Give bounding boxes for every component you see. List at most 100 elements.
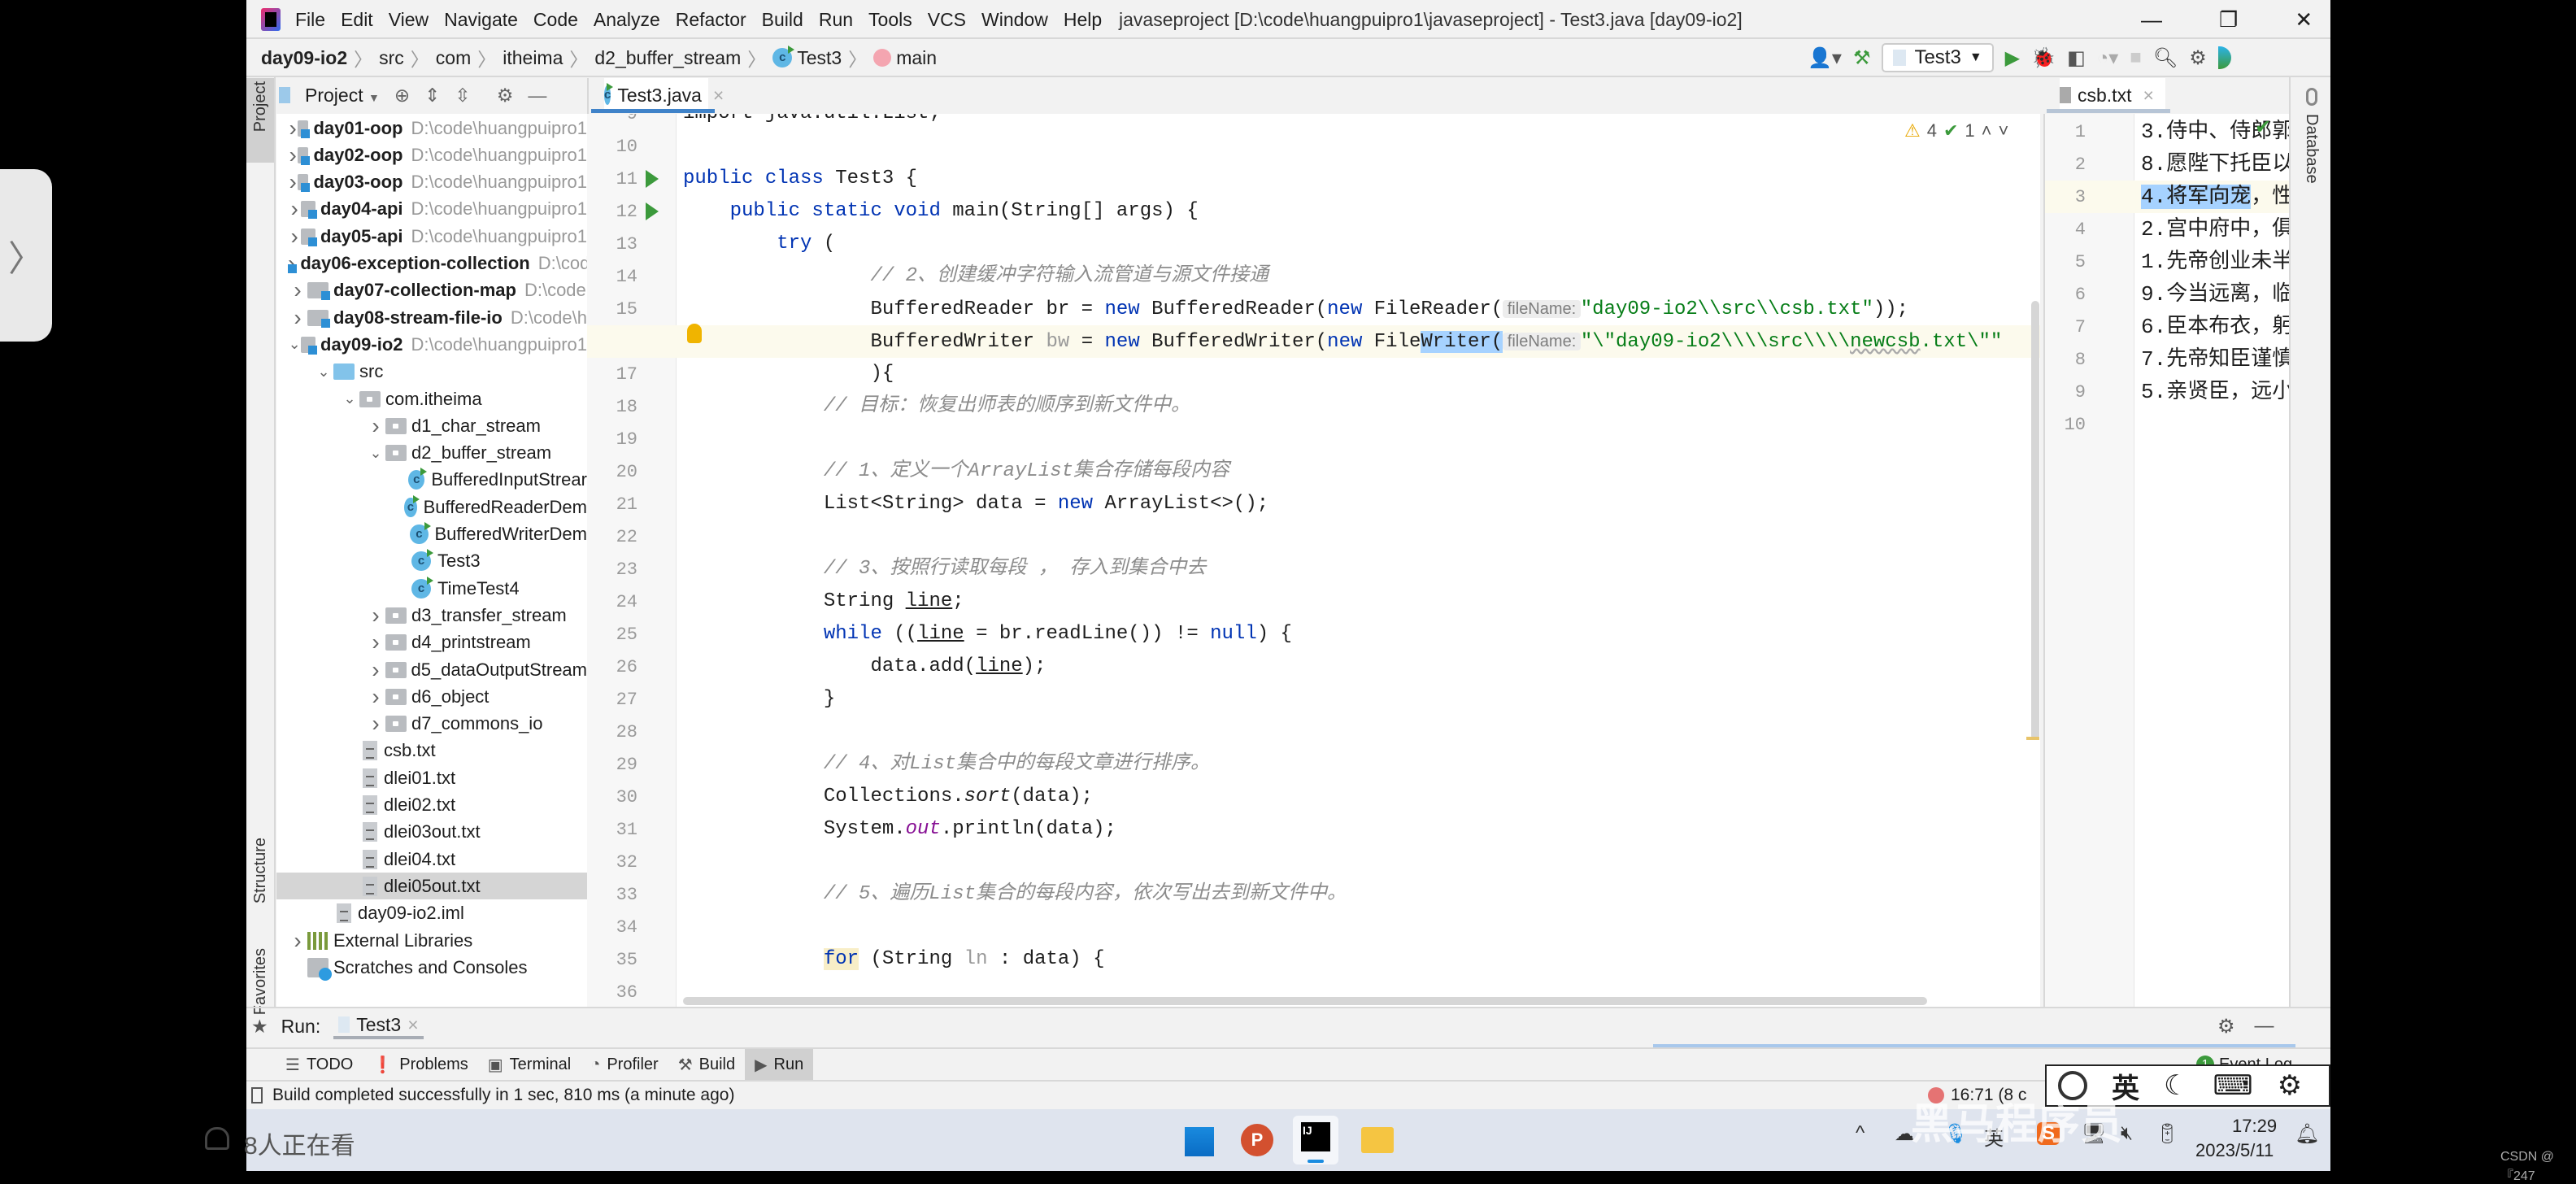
- settings-gear-icon[interactable]: ⚙: [2189, 46, 2207, 70]
- structure-tool-button[interactable]: Structure: [251, 838, 270, 903]
- tree-item[interactable]: dlei05out.txt: [276, 873, 587, 900]
- chevron-right-icon[interactable]: ›: [366, 603, 385, 629]
- run-settings-gear-icon[interactable]: ⚙: [2217, 1015, 2235, 1038]
- chevron-right-icon[interactable]: ›: [288, 169, 298, 195]
- run-config-select[interactable]: Test3 ▼: [1882, 43, 1994, 72]
- breadcrumb-item[interactable]: itheima: [503, 47, 563, 69]
- chevron-down-icon[interactable]: ⌄: [340, 390, 359, 407]
- tool-tab-problems[interactable]: ❗ Problems: [363, 1049, 477, 1080]
- tree-item[interactable]: dlei04.txt: [276, 846, 587, 873]
- coverage-icon[interactable]: ◧: [2067, 46, 2086, 70]
- tree-item[interactable]: › d1_char_stream: [276, 412, 587, 439]
- chevron-right-icon[interactable]: ›: [288, 115, 298, 141]
- tree-item[interactable]: csb.txt: [276, 738, 587, 764]
- tree-item[interactable]: › External Libraries: [276, 927, 587, 954]
- file-explorer-icon[interactable]: [1361, 1127, 1394, 1153]
- ime-moon-icon[interactable]: ☾: [2164, 1069, 2188, 1102]
- clock-date[interactable]: 2023/5/11: [2195, 1140, 2274, 1161]
- next-highlight-icon[interactable]: ˅: [1999, 120, 2009, 141]
- ime-settings-icon[interactable]: ⚙: [2278, 1069, 2302, 1102]
- intellij-taskbar-icon[interactable]: IJ: [1293, 1116, 1338, 1164]
- tree-item[interactable]: › day04-api D:\code\huangpuipro1: [276, 196, 587, 223]
- code-editor[interactable]: 9101112131415161718192021222324252627282…: [587, 114, 2040, 1007]
- tree-item[interactable]: › d7_commons_io: [276, 711, 587, 738]
- chevron-down-icon[interactable]: ⌄: [366, 445, 385, 462]
- volume-muted-icon[interactable]: 🔇︎: [2121, 1122, 2133, 1145]
- close-button[interactable]: ✕: [2295, 7, 2313, 33]
- tree-item[interactable]: c TimeTest4: [276, 575, 587, 602]
- tree-item[interactable]: › day02-oop D:\code\huangpuipro1: [276, 141, 587, 168]
- menu-refactor[interactable]: Refactor: [676, 9, 746, 31]
- run-gutter-icon[interactable]: [646, 170, 659, 188]
- editor-horizontal-scrollbar[interactable]: [683, 997, 1927, 1005]
- panel-gear-icon[interactable]: ⚙: [497, 85, 514, 107]
- tree-item[interactable]: › d6_object: [276, 683, 587, 710]
- minimize-button[interactable]: —: [2141, 7, 2162, 33]
- expand-all-icon[interactable]: ⇕: [424, 85, 440, 107]
- breadcrumb-item[interactable]: day09-io2: [261, 47, 347, 69]
- plugin-icon[interactable]: [2217, 46, 2231, 69]
- tree-item[interactable]: › day03-oop D:\code\huangpuipro1: [276, 169, 587, 196]
- chevron-right-icon[interactable]: ›: [366, 413, 385, 439]
- project-tool-label[interactable]: Project: [251, 81, 270, 132]
- run-icon[interactable]: ▶: [2005, 46, 2020, 70]
- notification-bell-icon[interactable]: 🔔︎: [2295, 1122, 2319, 1146]
- breadcrumb-item[interactable]: src: [379, 47, 404, 69]
- chevron-right-icon[interactable]: ›: [288, 224, 301, 250]
- powerpoint-icon[interactable]: P: [1241, 1124, 1273, 1156]
- tree-item[interactable]: › day08-stream-file-io D:\code\h: [276, 304, 587, 331]
- tool-tab-profiler[interactable]: ◔ Profiler: [581, 1049, 668, 1080]
- tree-item[interactable]: dlei01.txt: [276, 764, 587, 791]
- chevron-right-icon[interactable]: ›: [366, 684, 385, 710]
- csb-text-editor[interactable]: 13.侍中、侍郎郭28.愿陛下托臣以讨4.将军向宠34.将军向宠，性行42.宫中…: [2043, 114, 2289, 1007]
- tree-item[interactable]: › d4_printstream: [276, 629, 587, 656]
- menu-analyze[interactable]: Analyze: [594, 9, 660, 31]
- status-panel-icon[interactable]: [251, 1087, 263, 1103]
- menu-build[interactable]: Build: [762, 9, 803, 31]
- editor-vertical-scrollbar[interactable]: [2031, 301, 2039, 740]
- chevron-right-icon[interactable]: ›: [366, 629, 385, 655]
- chevron-down-icon[interactable]: ⌄: [314, 363, 333, 381]
- breadcrumb-item[interactable]: com: [436, 47, 471, 69]
- tree-item[interactable]: day09-io2.iml: [276, 900, 587, 927]
- tree-item[interactable]: ⌄ src: [276, 359, 587, 385]
- tree-item[interactable]: › day07-collection-map D:\code: [276, 277, 587, 304]
- favorites-star-icon[interactable]: ★: [251, 1016, 268, 1038]
- chevron-right-icon[interactable]: ›: [366, 711, 385, 737]
- chevron-right-icon[interactable]: ›: [288, 928, 307, 954]
- chevron-right-icon[interactable]: ›: [288, 277, 307, 303]
- tree-item[interactable]: › day01-oop D:\code\huangpuipro1: [276, 115, 587, 141]
- tray-expand-icon[interactable]: ^: [1856, 1122, 1865, 1145]
- windows-start-icon[interactable]: [1183, 1125, 1214, 1156]
- breadcrumb-item[interactable]: main: [896, 47, 937, 69]
- tool-tab-terminal[interactable]: ▣ Terminal: [478, 1049, 581, 1080]
- search-icon[interactable]: 🔍︎: [2153, 46, 2178, 70]
- tree-item[interactable]: dlei03out.txt: [276, 819, 587, 846]
- tree-item[interactable]: › day05-api D:\code\huangpuipro1: [276, 223, 587, 250]
- restore-button[interactable]: ❐: [2219, 7, 2238, 33]
- hide-panel-icon[interactable]: —: [528, 85, 546, 107]
- tree-item[interactable]: dlei02.txt: [276, 792, 587, 819]
- tree-item[interactable]: ›day06-exception-collectionD:\code: [276, 250, 587, 277]
- chevron-right-icon[interactable]: ›: [288, 196, 301, 222]
- locate-icon[interactable]: ⊕: [394, 85, 410, 107]
- battery-icon[interactable]: 🔋︎: [2155, 1122, 2179, 1146]
- tool-tab-run[interactable]: ▶ Run: [745, 1049, 814, 1080]
- tree-item[interactable]: Scratches and Consoles: [276, 954, 587, 981]
- tree-item[interactable]: › d5_dataOutputStream: [276, 656, 587, 683]
- collapse-all-icon[interactable]: ⇳: [455, 85, 470, 107]
- tree-item[interactable]: c Test3: [276, 548, 587, 575]
- menu-window[interactable]: Window: [981, 9, 1048, 31]
- tree-item[interactable]: › d3_transfer_stream: [276, 602, 587, 629]
- database-tool-button[interactable]: Database: [2302, 114, 2321, 184]
- menu-edit[interactable]: Edit: [341, 9, 373, 31]
- tree-item[interactable]: c BufferedWriterDem: [276, 521, 587, 548]
- editor-tab-csb[interactable]: csb.txt ×: [2060, 78, 2165, 112]
- project-view-select[interactable]: Project ▼: [305, 85, 380, 107]
- tree-item[interactable]: ⌄ day09-io2 D:\code\huangpuipro1: [276, 331, 587, 358]
- chevron-right-icon[interactable]: ›: [366, 657, 385, 683]
- menu-help[interactable]: Help: [1064, 9, 1102, 31]
- tool-tab-build[interactable]: ⚒ Build: [668, 1049, 745, 1080]
- favorites-tool-button[interactable]: Favorites: [251, 948, 270, 1015]
- tree-item[interactable]: ⌄ com.itheima: [276, 385, 587, 412]
